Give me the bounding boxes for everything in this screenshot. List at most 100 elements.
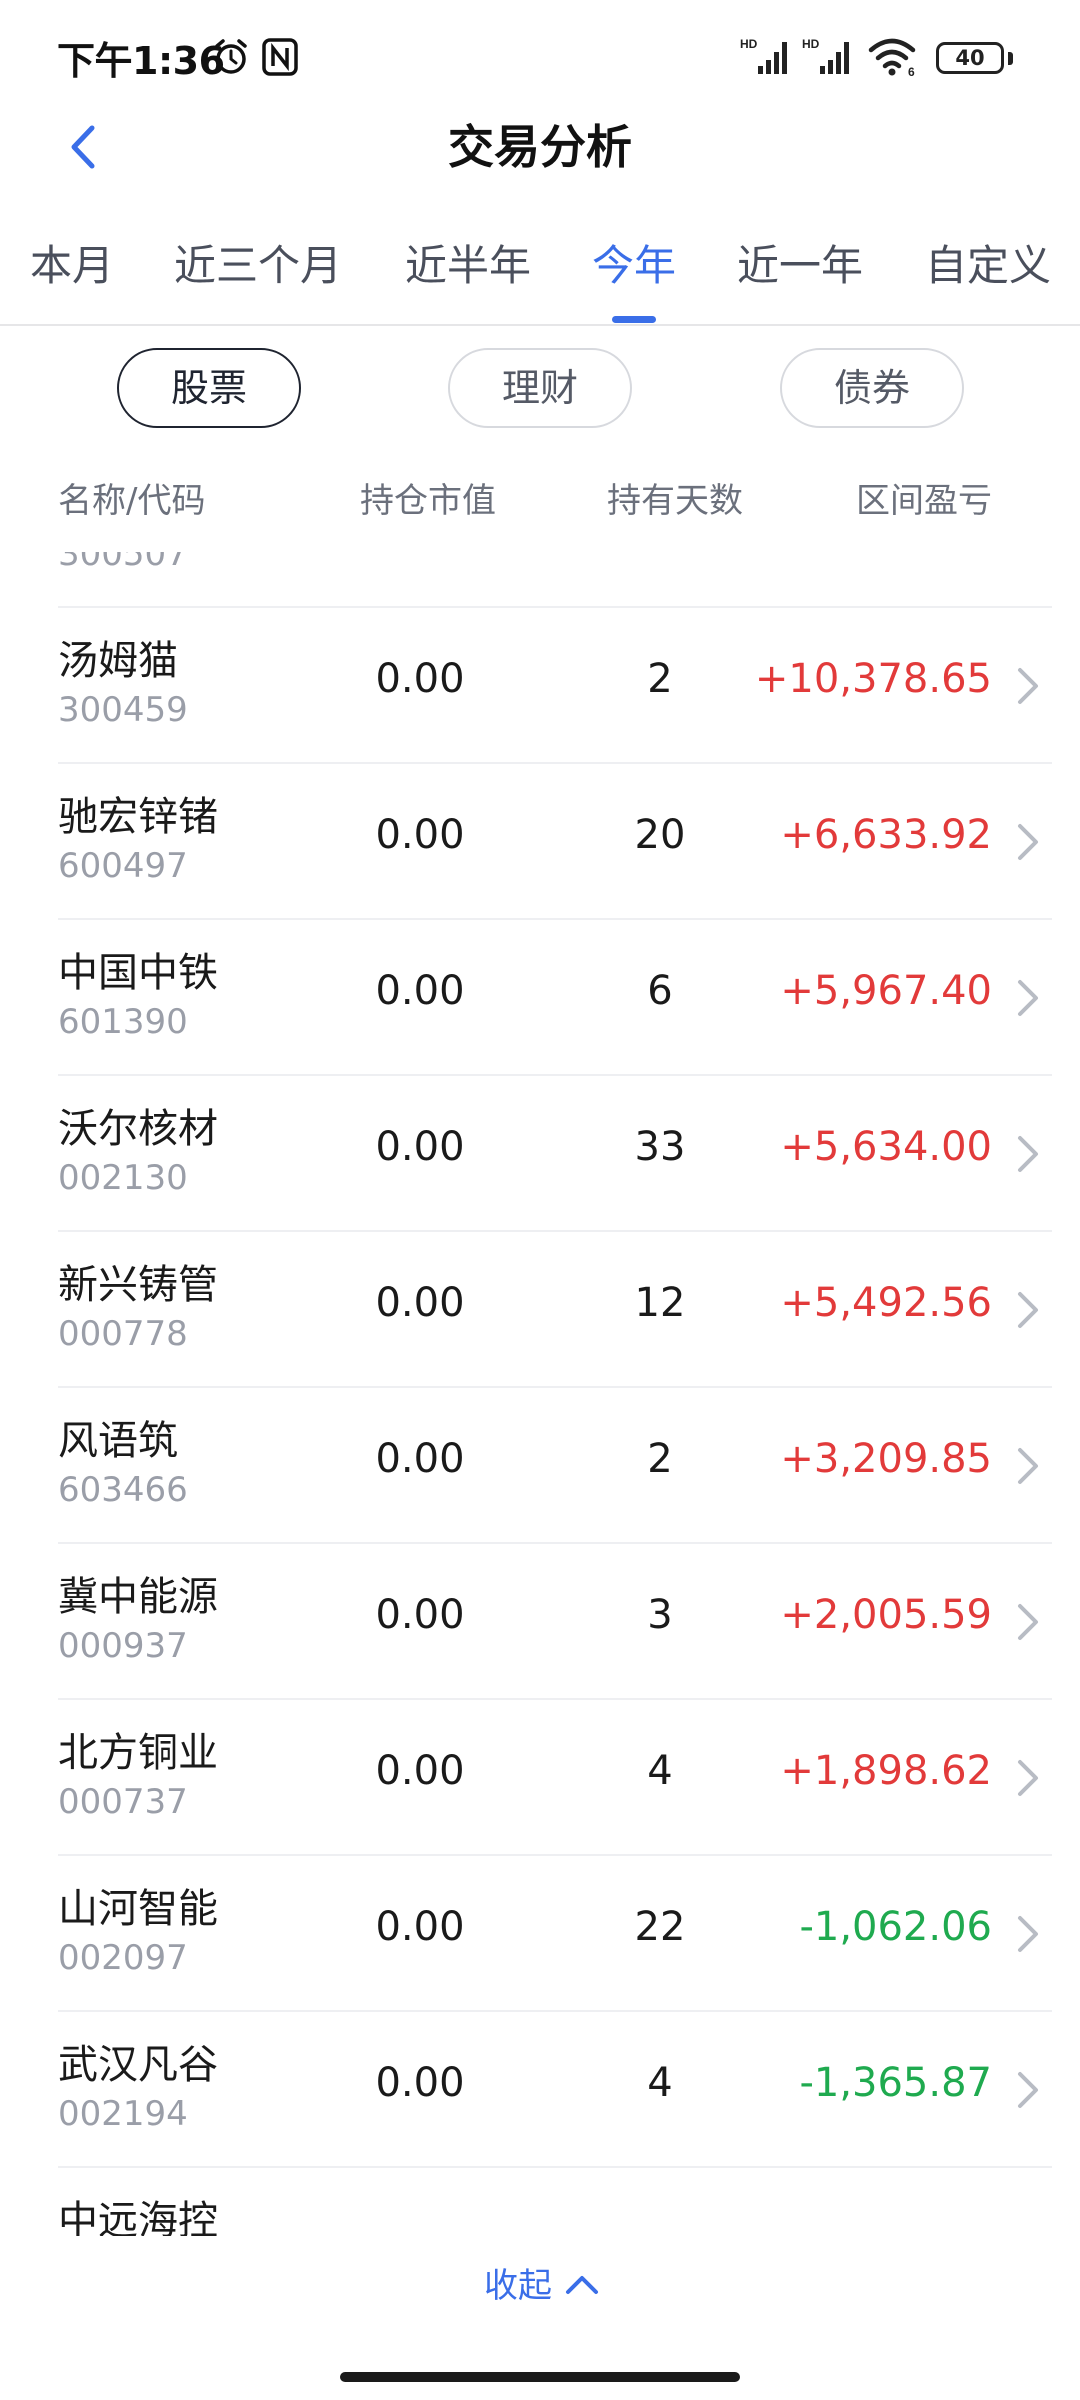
table-row[interactable]: 风语筑 603466 0.00 2 +3,209.85 (0, 1388, 1080, 1544)
stock-name: 冀中能源 (58, 1574, 218, 1620)
nfc-icon (262, 38, 298, 76)
battery-tip (1008, 52, 1013, 65)
market-value: 0.00 (375, 812, 465, 858)
collapse-button[interactable]: 收起 (420, 2248, 660, 2318)
stock-name: 风语筑 (58, 1418, 178, 1464)
column-header-market-value[interactable]: 持仓市值 (360, 476, 496, 526)
chevron-right-icon (1018, 1292, 1038, 1328)
stock-code: 000737 (58, 1782, 188, 1822)
stock-list-content: 300507 汤姆猫 300459 0.00 2 +10,378.65 驰宏锌锗… (0, 552, 1080, 2236)
holding-days: 2 (647, 656, 673, 702)
stock-name: 驰宏锌锗 (58, 794, 218, 840)
chevron-right-icon (1018, 1136, 1038, 1172)
stock-name: 北方铜业 (58, 1730, 218, 1776)
stock-name: 中国中铁 (58, 950, 218, 996)
stock-name: 沃尔核材 (58, 1106, 218, 1152)
home-indicator (340, 2372, 740, 2382)
period-pnl: -1,365.87 (799, 2060, 992, 2106)
tab-custom[interactable]: 自定义 (925, 236, 1051, 296)
stock-code: 002130 (58, 1158, 188, 1198)
stock-name: 武汉凡谷 (58, 2042, 218, 2088)
period-pnl: +5,492.56 (780, 1280, 992, 1326)
chevron-right-icon (1018, 824, 1038, 860)
back-button[interactable] (50, 112, 120, 182)
tab-half-year[interactable]: 近半年 (405, 236, 531, 296)
chevron-right-icon (1018, 1604, 1038, 1640)
holding-days: 6 (647, 968, 673, 1014)
tab-three-months[interactable]: 近三个月 (174, 236, 342, 296)
period-pnl: +6,633.92 (780, 812, 992, 858)
chevron-right-icon (1018, 668, 1038, 704)
chevron-right-icon (1018, 980, 1038, 1016)
tab-one-year[interactable]: 近一年 (737, 236, 863, 296)
page-title: 交易分析 (448, 120, 632, 174)
table-row[interactable]: 山河智能 002097 0.00 22 -1,062.06 (0, 1856, 1080, 2012)
stock-name: 山河智能 (58, 1886, 218, 1932)
market-value: 0.00 (375, 656, 465, 702)
table-row[interactable]: 中国中铁 601390 0.00 6 +5,967.40 (0, 920, 1080, 1076)
table-row[interactable]: 冀中能源 000937 0.00 3 +2,005.59 (0, 1544, 1080, 1700)
period-pnl: +5,634.00 (780, 1124, 992, 1170)
status-time: 下午1:36 (57, 39, 225, 83)
svg-text:6: 6 (908, 65, 915, 78)
wifi-icon: 6 (868, 38, 916, 78)
stock-name: 中远海控 (58, 2198, 218, 2236)
market-value: 0.00 (375, 1436, 465, 1482)
category-bonds[interactable]: 债券 (780, 348, 964, 428)
holding-days: 22 (634, 1904, 686, 1950)
table-row[interactable]: 300507 (0, 552, 1080, 608)
category-wealth[interactable]: 理财 (448, 348, 632, 428)
table-row[interactable]: 武汉凡谷 002194 0.00 4 -1,365.87 (0, 2012, 1080, 2168)
column-header-period-pnl[interactable]: 区间盈亏 (856, 476, 992, 526)
stock-code: 601390 (58, 1002, 188, 1042)
stock-code: 600497 (58, 846, 188, 886)
period-pnl: +2,005.59 (780, 1592, 992, 1638)
holding-days: 2 (647, 1436, 673, 1482)
table-row[interactable]: 汤姆猫 300459 0.00 2 +10,378.65 (0, 608, 1080, 764)
table-row[interactable]: 中远海控 (0, 2168, 1080, 2236)
holding-days: 4 (647, 2060, 673, 2106)
stock-name: 新兴铸管 (58, 1262, 218, 1308)
chevron-right-icon (1018, 1916, 1038, 1952)
svg-text:HD: HD (802, 37, 820, 51)
stock-list[interactable]: 300507 汤姆猫 300459 0.00 2 +10,378.65 驰宏锌锗… (0, 552, 1080, 2236)
stock-name: 汤姆猫 (58, 638, 178, 684)
market-value: 0.00 (375, 968, 465, 1014)
holding-days: 20 (634, 812, 686, 858)
stock-code: 002097 (58, 1938, 188, 1978)
stock-code: 002194 (58, 2094, 188, 2134)
column-header-holding-days[interactable]: 持有天数 (607, 476, 743, 526)
market-value: 0.00 (375, 1592, 465, 1638)
market-value: 0.00 (375, 1124, 465, 1170)
table-row[interactable]: 北方铜业 000737 0.00 4 +1,898.62 (0, 1700, 1080, 1856)
tab-this-month[interactable]: 本月 (30, 236, 114, 296)
period-tabs: 本月 近三个月 近半年 今年 近一年 自定义 (0, 222, 1080, 326)
market-value: 0.00 (375, 2060, 465, 2106)
table-row[interactable]: 沃尔核材 002130 0.00 33 +5,634.00 (0, 1076, 1080, 1232)
table-row[interactable]: 驰宏锌锗 600497 0.00 20 +6,633.92 (0, 764, 1080, 920)
category-stocks[interactable]: 股票 (117, 348, 301, 428)
chevron-up-icon (566, 2276, 598, 2294)
stock-code: 603466 (58, 1470, 188, 1510)
stock-code: 000778 (58, 1314, 188, 1354)
market-value: 0.00 (375, 1280, 465, 1326)
signal-icon: HD (802, 37, 849, 74)
tab-this-year[interactable]: 今年 (592, 236, 676, 296)
holding-days: 4 (647, 1748, 673, 1794)
chevron-right-icon (1018, 1760, 1038, 1796)
period-pnl: +5,967.40 (780, 968, 992, 1014)
market-value: 0.00 (375, 1748, 465, 1794)
market-value: 0.00 (375, 1904, 465, 1950)
stock-code: 300507 (58, 552, 188, 574)
stock-code: 300459 (58, 690, 188, 730)
holding-days: 33 (634, 1124, 686, 1170)
battery-level: 40 (955, 46, 985, 70)
svg-text:HD: HD (740, 37, 758, 51)
period-pnl: -1,062.06 (799, 1904, 992, 1950)
stock-code: 000937 (58, 1626, 188, 1666)
chevron-right-icon (1018, 1448, 1038, 1484)
period-pnl: +1,898.62 (780, 1748, 992, 1794)
table-row[interactable]: 新兴铸管 000778 0.00 12 +5,492.56 (0, 1232, 1080, 1388)
collapse-label: 收起 (484, 2266, 552, 2306)
status-icons: HD HD 6 40 (740, 0, 1080, 110)
